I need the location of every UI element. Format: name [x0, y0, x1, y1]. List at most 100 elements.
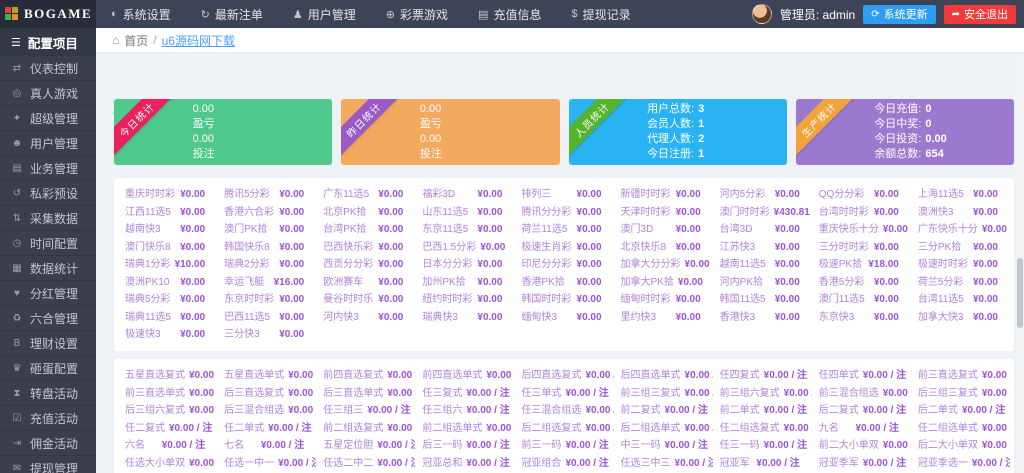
bet-cell: 后三组三复式¥0.00 / 注: [911, 387, 1010, 400]
sidebar-item-7[interactable]: ◷ 时间配置: [0, 231, 96, 256]
sidebar-icon-10: ♻: [12, 312, 22, 324]
topnav-icon-4: ▤: [478, 8, 489, 21]
sidebar-item-10[interactable]: ♻ 六合管理: [0, 306, 96, 331]
logout-button[interactable]: ➦ 安全退出: [943, 4, 1016, 24]
lottery-value: ¥0.00: [873, 311, 899, 323]
lottery-value: ¥0.00: [675, 206, 701, 218]
sidebar-item-0[interactable]: ⇄ 仪表控制: [0, 56, 96, 81]
card-line: 今日投资: 0.00: [874, 132, 946, 147]
card-lines: 0.00 盈亏 0.00 投注: [420, 102, 442, 162]
lottery-cell: QQ分分彩 ¥0.00: [812, 188, 911, 201]
lottery-name: 极速快3: [125, 329, 161, 340]
lottery-name: 越南快3: [125, 224, 161, 235]
lottery-cell: 里约快3 ¥0.00: [614, 311, 713, 324]
system-update-button[interactable]: ⟳ 系统更新: [863, 4, 936, 24]
card-line-label: 投注: [192, 148, 215, 160]
sidebar-item-2[interactable]: ✦ 超级管理: [0, 106, 96, 131]
breadcrumb-home[interactable]: 首页: [124, 32, 148, 49]
bet-name: 前二组选复式: [323, 422, 384, 434]
bet-value: ¥0.00 / 注: [189, 370, 217, 381]
bet-cell: 冠亚军 ¥0.00 / 注: [713, 457, 812, 470]
lottery-value: ¥16.00: [273, 276, 305, 288]
lottery-value: ¥0.00: [477, 259, 503, 270]
sidebar-item-3[interactable]: ☻ 用户管理: [0, 131, 96, 156]
avatar[interactable]: [751, 4, 772, 24]
card-line-label: 投注: [419, 148, 442, 160]
lottery-cell: 纽约时时彩 ¥0.00: [415, 293, 514, 306]
lottery-value: ¥0.00: [873, 189, 899, 200]
sidebar-item-8[interactable]: ▦ 数据统计: [0, 256, 96, 281]
bet-cell: 中三一码 ¥0.00 / 注: [614, 439, 713, 452]
lottery-value: ¥0.00: [972, 241, 998, 253]
lottery-name: 上海11选5: [917, 189, 964, 200]
sidebar-item-16[interactable]: ✉ 提现管理: [0, 456, 96, 473]
breadcrumb-current-link[interactable]: u6源码网下载: [162, 32, 235, 49]
card-line-value: 1: [698, 148, 705, 160]
card-line: 投注: [420, 147, 442, 162]
scrollbar-thumb[interactable]: [1017, 258, 1023, 328]
lottery-value: ¥0.00: [981, 224, 1007, 235]
lottery-cell: 缅甸时时彩 ¥0.00: [614, 293, 713, 306]
card-line-value: 654: [925, 148, 944, 160]
lottery-value: ¥0.00: [477, 206, 503, 218]
sidebar-icon-15: ⇥: [12, 437, 22, 449]
sidebar-item-13[interactable]: ⧗ 转盘活动: [0, 381, 96, 406]
lottery-value: ¥0.00: [576, 206, 602, 218]
card-line-value: 2: [698, 133, 705, 145]
lottery-value: ¥0.00: [378, 311, 404, 323]
lottery-name: 东京快3: [818, 311, 855, 323]
sidebar-item-label: 私彩预设: [30, 186, 79, 201]
sidebar-item-5[interactable]: ↺ 私彩预设: [0, 181, 96, 206]
bet-value: ¥0.00 / 注: [377, 440, 415, 451]
sidebar-icon-6: ⇅: [12, 212, 22, 224]
lottery-cell: 腾讯5分彩 ¥0.00: [217, 188, 316, 201]
sidebar-item-4[interactable]: ▤ 业务管理: [0, 156, 96, 181]
topnav-item-3[interactable]: ⊕ 彩票游戏: [371, 0, 463, 28]
lottery-value: ¥0.00: [677, 276, 703, 288]
sidebar-item-14[interactable]: ☑ 充值活动: [0, 406, 96, 431]
lottery-cell: 加拿大分分彩 ¥0.00: [614, 258, 713, 271]
lottery-value: ¥0.00: [477, 276, 503, 288]
lottery-value: ¥0.00: [774, 311, 800, 323]
sidebar-item-6[interactable]: ⇅ 采集数据: [0, 206, 96, 231]
lottery-value: ¥0.00: [972, 189, 998, 200]
lottery-value: ¥0.00: [378, 259, 404, 270]
sidebar-item-9[interactable]: ♥ 分红管理: [0, 281, 96, 306]
topnav-item-0[interactable]: ◐ 系统设置: [96, 0, 186, 28]
lottery-name: 东京时时彩: [224, 294, 275, 305]
topnav-item-2[interactable]: ♟ 用户管理: [278, 0, 371, 28]
lottery-name: 韩国11选5: [719, 294, 766, 305]
card-ribbon-yesterday: 昨日统计: [341, 99, 405, 161]
lottery-cell: 山东11选5 ¥0.00: [415, 206, 514, 219]
bet-cell: 任选一中一¥0.00 / 注: [217, 457, 316, 470]
lottery-name: 台湾PK拾: [323, 224, 367, 235]
sidebar-item-15[interactable]: ⇥ 佣金活动: [0, 431, 96, 456]
lottery-name: 福彩3D: [422, 189, 456, 200]
bet-cell: 后三组六复式 ¥0.00 / 注: [118, 404, 217, 417]
lottery-cell: 巴西1.5分彩 ¥0.00: [415, 241, 514, 254]
lottery-value: ¥0.00: [972, 311, 998, 323]
bet-value: ¥0.00 / 注: [763, 405, 808, 416]
lottery-value: ¥0.00: [480, 241, 506, 253]
bet-cell: 任三一码 ¥0.00 / 注: [713, 439, 812, 452]
topnav-item-4[interactable]: ▤ 充值信息: [463, 0, 556, 28]
bet-value: ¥0.00 / 注: [684, 370, 713, 381]
bet-value: ¥0.00 / 注: [763, 370, 808, 381]
card-ribbon-production: 生产统计: [795, 99, 860, 161]
topnav-item-5[interactable]: $ 提现记录: [556, 0, 645, 28]
card-line-label: 0.00: [192, 103, 214, 115]
sidebar-item-1[interactable]: ◎ 真人游戏: [0, 81, 96, 106]
sidebar-icon-12: ♛: [12, 362, 22, 374]
lottery-cell: 腾讯分分彩 ¥0.00: [514, 206, 613, 219]
topnav-item-1[interactable]: ↻ 最新注单: [186, 0, 278, 28]
sidebar-item-12[interactable]: ♛ 砸蛋配置: [0, 356, 96, 381]
sidebar-item-11[interactable]: B 理财设置: [0, 331, 96, 356]
scrollbar-track[interactable]: [1016, 53, 1024, 473]
bet-cell: 前三一码 ¥0.00 / 注: [514, 439, 613, 452]
bet-name: 任三组六: [422, 405, 463, 416]
bet-name: 后二组选单式: [620, 422, 681, 434]
bet-name: 后三直选单式: [323, 387, 384, 399]
bet-value: ¥0.00 / 注: [565, 457, 609, 469]
lottery-cell: 江西11选5 ¥0.00: [118, 206, 217, 219]
lottery-value: ¥0.00: [774, 259, 800, 270]
